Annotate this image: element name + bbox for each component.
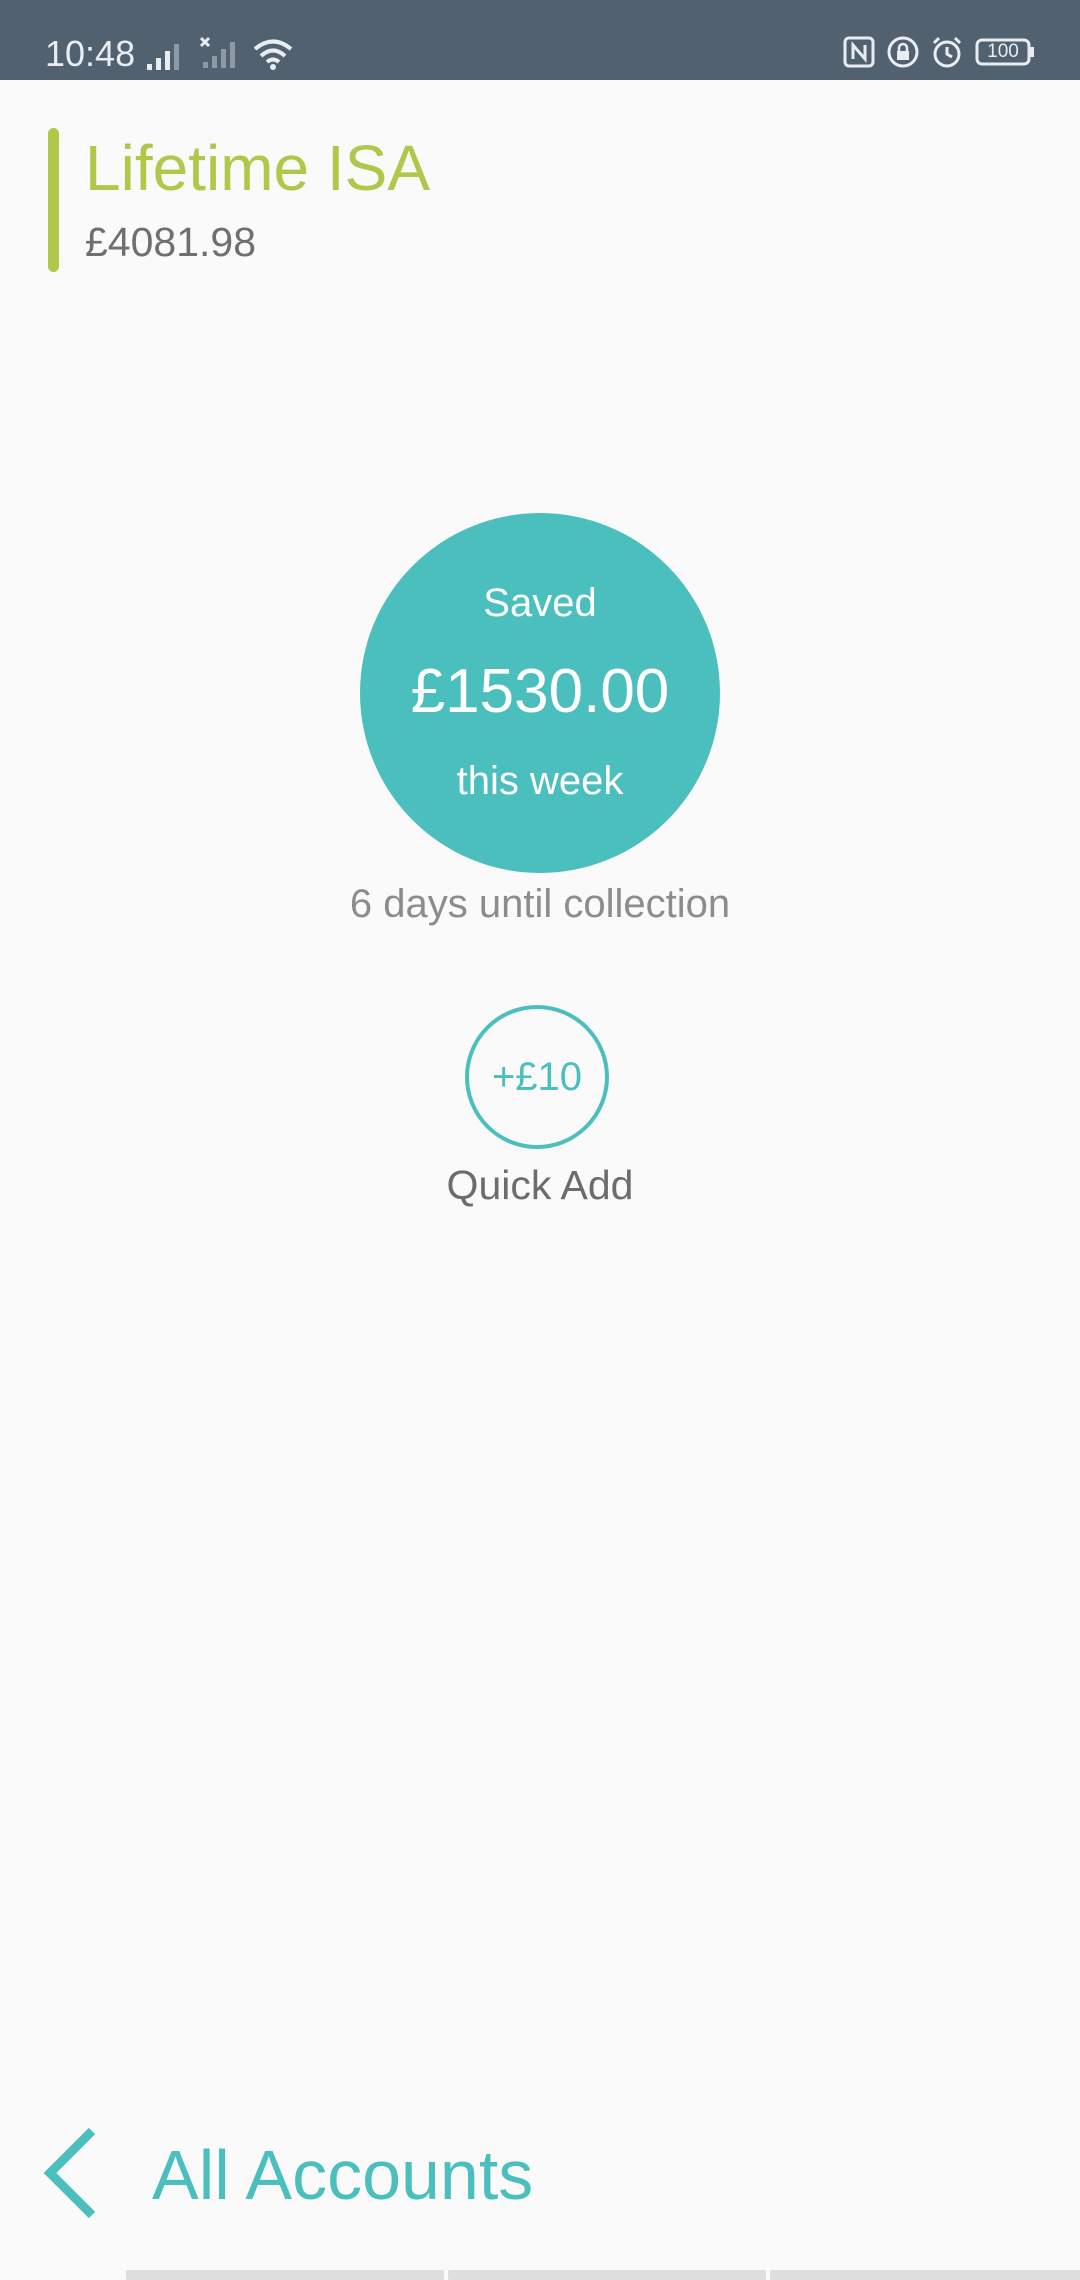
all-accounts-label: All Accounts bbox=[152, 2136, 534, 2214]
page-indicator-segment bbox=[448, 2270, 766, 2280]
chevron-left-icon bbox=[40, 2123, 100, 2228]
no-signal-icon bbox=[199, 36, 239, 70]
page-indicator bbox=[126, 2270, 1080, 2280]
battery-icon: 100 bbox=[975, 37, 1035, 67]
status-time: 10:48 bbox=[45, 33, 136, 74]
saved-this-week-circle: Saved £1530.00 this week bbox=[360, 513, 720, 873]
nfc-icon bbox=[843, 36, 875, 68]
page-indicator-segment bbox=[126, 2270, 444, 2280]
account-balance: £4081.98 bbox=[85, 219, 257, 265]
all-accounts-back-button[interactable]: All Accounts bbox=[40, 2125, 533, 2225]
saved-amount: £1530.00 bbox=[410, 657, 670, 726]
battery-level: 100 bbox=[987, 41, 1019, 62]
signal-icon bbox=[145, 40, 185, 70]
collection-countdown: 6 days until collection bbox=[349, 882, 731, 926]
quick-add-button[interactable]: +£10 bbox=[465, 1005, 609, 1149]
app-screen: 10:48 100 Lifetime ISA £4081.98 Saved £1… bbox=[0, 0, 1080, 2280]
saved-label: Saved bbox=[483, 581, 597, 625]
saved-period: this week bbox=[456, 759, 624, 803]
status-bar: 10:48 100 bbox=[0, 0, 1080, 80]
lock-icon bbox=[887, 36, 919, 68]
account-accent-bar bbox=[48, 128, 59, 272]
page-indicator-segment bbox=[770, 2270, 1080, 2280]
account-title: Lifetime ISA bbox=[85, 132, 431, 204]
wifi-icon bbox=[253, 38, 293, 70]
status-left-icons bbox=[145, 34, 293, 70]
status-right-icons: 100 bbox=[843, 34, 1035, 70]
quick-add-caption: Quick Add bbox=[446, 1162, 634, 1208]
alarm-icon bbox=[931, 36, 963, 68]
